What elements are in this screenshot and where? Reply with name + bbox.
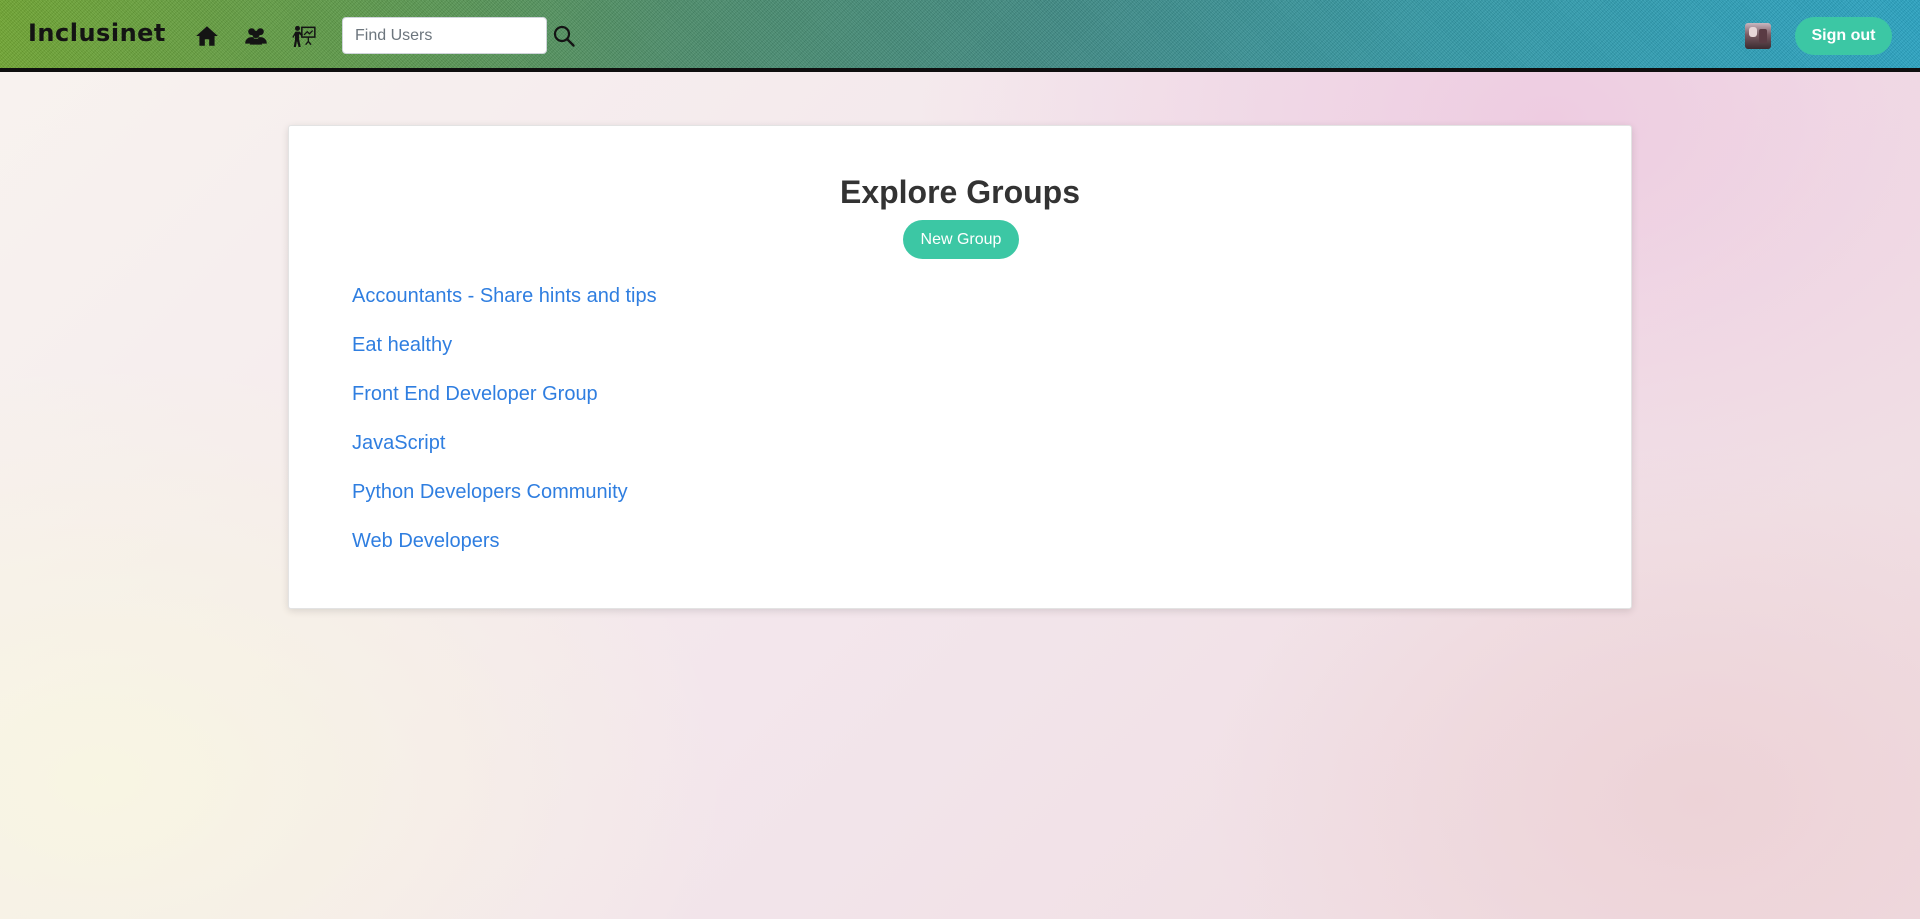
search-icon[interactable] (552, 24, 576, 48)
group-link[interactable]: Eat healthy (352, 334, 452, 356)
group-link[interactable]: Front End Developer Group (352, 383, 598, 405)
group-link[interactable]: Accountants - Share hints and tips (352, 285, 657, 307)
list-item: JavaScript (352, 431, 657, 480)
groups-icon[interactable] (242, 22, 270, 50)
group-list: Accountants - Share hints and tips Eat h… (352, 284, 657, 578)
list-item: Accountants - Share hints and tips (352, 284, 657, 333)
header-texture (0, 0, 1920, 68)
list-item: Web Developers (352, 529, 657, 578)
brand-logo[interactable]: Inclusinet (28, 19, 166, 47)
group-link[interactable]: Python Developers Community (352, 481, 628, 503)
explore-groups-card: Explore Groups New Group Accountants - S… (288, 125, 1632, 609)
home-icon[interactable] (193, 22, 221, 50)
list-item: Python Developers Community (352, 480, 657, 529)
top-navbar: Inclusinet Sig (0, 0, 1920, 72)
user-avatar[interactable] (1745, 23, 1771, 49)
sign-out-button[interactable]: Sign out (1795, 17, 1892, 55)
new-group-button[interactable]: New Group (903, 220, 1019, 259)
list-item: Front End Developer Group (352, 382, 657, 431)
search-form (342, 17, 547, 54)
group-link[interactable]: Web Developers (352, 530, 499, 552)
avatar-detail (1759, 29, 1767, 43)
find-users-input[interactable] (342, 17, 547, 54)
list-item: Eat healthy (352, 333, 657, 382)
group-link[interactable]: JavaScript (352, 432, 445, 454)
presentation-icon[interactable] (290, 22, 318, 50)
avatar-detail (1749, 27, 1757, 37)
page-title: Explore Groups (839, 174, 1081, 210)
